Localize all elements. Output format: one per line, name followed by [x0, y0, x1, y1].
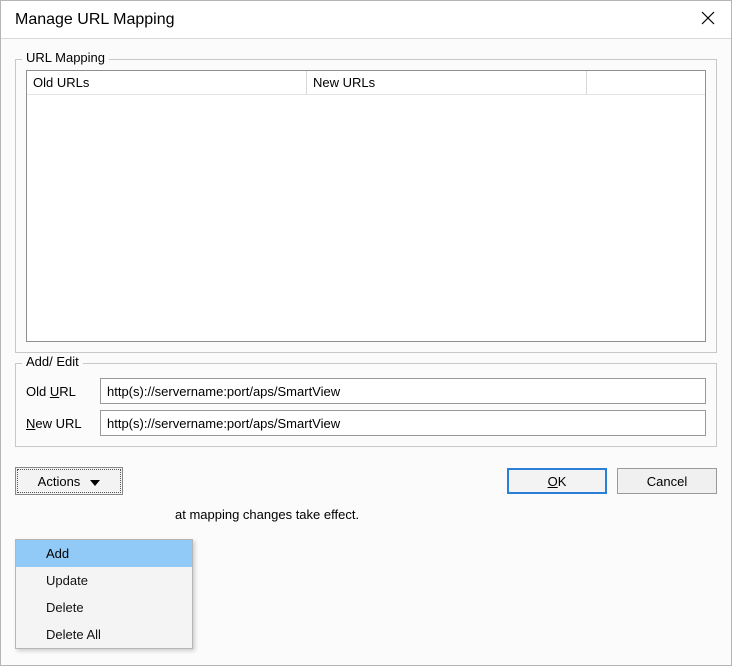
actions-menu-item-update[interactable]: Update: [16, 567, 192, 594]
titlebar: Manage URL Mapping: [1, 1, 731, 39]
close-icon: [701, 11, 715, 28]
actions-menu-item-delete[interactable]: Delete: [16, 594, 192, 621]
add-edit-legend: Add/ Edit: [22, 354, 83, 369]
actions-menu-item-delete-all[interactable]: Delete All: [16, 621, 192, 648]
cancel-button[interactable]: Cancel: [617, 468, 717, 494]
close-button[interactable]: [685, 1, 731, 39]
manage-url-mapping-dialog: Manage URL Mapping URL Mapping Old URLs …: [0, 0, 732, 666]
restart-note: at mapping changes take effect.: [15, 507, 717, 522]
column-old-urls[interactable]: Old URLs: [27, 71, 307, 95]
url-mapping-group: URL Mapping Old URLs New URLs: [15, 59, 717, 353]
actions-menu-item-add[interactable]: Add: [16, 540, 192, 567]
url-mapping-legend: URL Mapping: [22, 50, 109, 65]
ok-button[interactable]: OK: [507, 468, 607, 494]
url-mapping-header-row: Old URLs New URLs: [27, 71, 705, 95]
actions-button[interactable]: Actions: [15, 467, 123, 495]
old-url-input[interactable]: [100, 378, 706, 404]
old-url-row: Old URL: [26, 378, 706, 404]
dialog-title: Manage URL Mapping: [15, 11, 175, 29]
url-mapping-list[interactable]: Old URLs New URLs: [26, 70, 706, 342]
new-url-row: New URL: [26, 410, 706, 436]
new-url-label: New URL: [26, 416, 100, 431]
column-new-urls[interactable]: New URLs: [307, 71, 587, 95]
cancel-button-label: Cancel: [647, 474, 687, 489]
ok-button-label: OK: [548, 474, 567, 489]
button-row: Actions OK Cancel: [15, 467, 717, 495]
actions-button-label: Actions: [38, 474, 81, 489]
dialog-body: URL Mapping Old URLs New URLs Add/ Edit …: [1, 39, 731, 536]
new-url-input[interactable]: [100, 410, 706, 436]
old-url-label: Old URL: [26, 384, 100, 399]
add-edit-group: Add/ Edit Old URL New URL: [15, 363, 717, 447]
actions-menu: AddUpdateDeleteDelete All: [15, 539, 193, 649]
chevron-down-icon: [90, 474, 100, 489]
column-spacer: [587, 71, 705, 95]
